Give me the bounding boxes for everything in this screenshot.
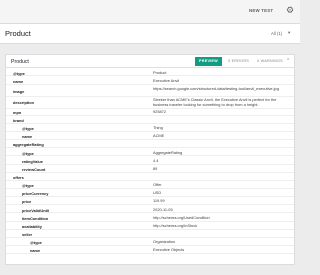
property-value: USD xyxy=(153,190,162,196)
errors-count: 0 ERRORS xyxy=(228,59,250,63)
property-key: name xyxy=(22,134,33,140)
table-row: aggregateRating xyxy=(6,141,294,149)
property-value: 4.4 xyxy=(153,157,159,163)
table-row: priceCurrency USD xyxy=(6,190,294,198)
property-key: seller xyxy=(22,232,33,238)
property-key: price xyxy=(22,199,32,205)
property-key: name xyxy=(30,248,41,254)
table-row: name ACME xyxy=(6,133,294,141)
property-key: priceValidUntil xyxy=(22,207,50,213)
property-value: 89 xyxy=(153,165,158,171)
property-key: itemCondition xyxy=(22,215,49,221)
table-row: brand xyxy=(6,116,294,124)
table-row: itemCondition http://schema.org/UsedCondi… xyxy=(6,214,294,222)
gear-icon[interactable]: ⚙ xyxy=(285,5,295,15)
chevron-down-icon[interactable]: ▾ xyxy=(288,30,290,36)
structured-data-card: Product PREVIEW 0 ERRORS 0 WARNINGS ⌃ @t… xyxy=(5,54,295,265)
table-row: seller xyxy=(6,231,294,238)
property-value: Offer xyxy=(153,182,162,188)
property-key: mpn xyxy=(13,109,22,115)
table-row: @type Thing xyxy=(6,125,294,132)
table-row: @type Offer xyxy=(6,182,294,190)
table-row: ratingValue 4.4 xyxy=(6,157,294,165)
warnings-count: 0 WARNINGS xyxy=(257,59,283,63)
property-key: @type xyxy=(13,70,25,76)
page-title: Product xyxy=(5,29,31,38)
results-header: Product All (1) ▾ xyxy=(0,24,300,44)
card-title: Product xyxy=(11,59,29,65)
property-key: @type xyxy=(30,240,42,246)
new-test-button[interactable]: NEW TEST xyxy=(249,8,273,13)
property-key: aggregateRating xyxy=(13,142,44,148)
property-value: AggregateRating xyxy=(153,149,183,155)
top-bar: NEW TEST ⚙ xyxy=(0,0,300,24)
property-key: @type xyxy=(22,150,34,156)
property-key: priceCurrency xyxy=(22,191,49,197)
property-key: @type xyxy=(22,183,34,189)
property-value: Thing xyxy=(153,125,163,131)
property-value: 925872 xyxy=(153,108,166,114)
preview-button[interactable]: PREVIEW xyxy=(195,57,222,66)
property-value: 119.99 xyxy=(153,198,165,204)
property-value: https://search.google.com/structured-dat… xyxy=(153,85,279,91)
table-row: name Executive Objects xyxy=(6,247,294,255)
table-row: offers xyxy=(6,174,294,181)
table-row: @type AggregateRating xyxy=(6,149,294,157)
table-row: price 119.99 xyxy=(6,198,294,206)
property-value: Executive Objects xyxy=(153,247,185,253)
property-key: brand xyxy=(13,117,24,123)
property-key: availability xyxy=(22,223,42,229)
results-filter-dropdown[interactable]: All (1) xyxy=(271,31,282,36)
property-key: offers xyxy=(13,175,24,180)
card-header[interactable]: Product PREVIEW 0 ERRORS 0 WARNINGS ⌃ xyxy=(6,55,294,68)
table-row: mpn 925872 xyxy=(6,108,294,116)
property-key: image xyxy=(13,88,25,94)
chevron-up-icon[interactable]: ⌃ xyxy=(286,58,290,64)
property-key: description xyxy=(13,100,34,106)
property-value: ACME xyxy=(153,133,165,139)
property-key: reviewCount xyxy=(22,166,46,172)
property-value: http://schema.org/InStock xyxy=(153,222,198,228)
table-row: priceValidUntil 2020-11-05 xyxy=(6,206,294,214)
table-row: @type Organization xyxy=(6,239,294,247)
property-value: Executive Anvil xyxy=(153,77,180,83)
property-value: http://schema.org/UsedCondition xyxy=(153,214,210,220)
table-row: description Sleeker than ACME's Classic A… xyxy=(6,97,294,109)
property-value: Organization xyxy=(153,239,176,245)
table-row: reviewCount 89 xyxy=(6,165,294,173)
property-key: @type xyxy=(22,126,34,132)
table-row: @type Product xyxy=(6,69,294,77)
table-row: availability http://schema.org/InStock xyxy=(6,222,294,230)
table-row: image https://search.google.com/structure… xyxy=(6,85,294,98)
property-value: 2020-11-05 xyxy=(153,206,173,212)
property-value: Product xyxy=(153,69,167,75)
property-key: ratingValue xyxy=(22,158,43,164)
property-key: name xyxy=(13,78,24,84)
property-value: Sleeker than ACME's Classic Anvil, the E… xyxy=(153,97,277,108)
table-row: name Executive Anvil xyxy=(6,77,294,85)
